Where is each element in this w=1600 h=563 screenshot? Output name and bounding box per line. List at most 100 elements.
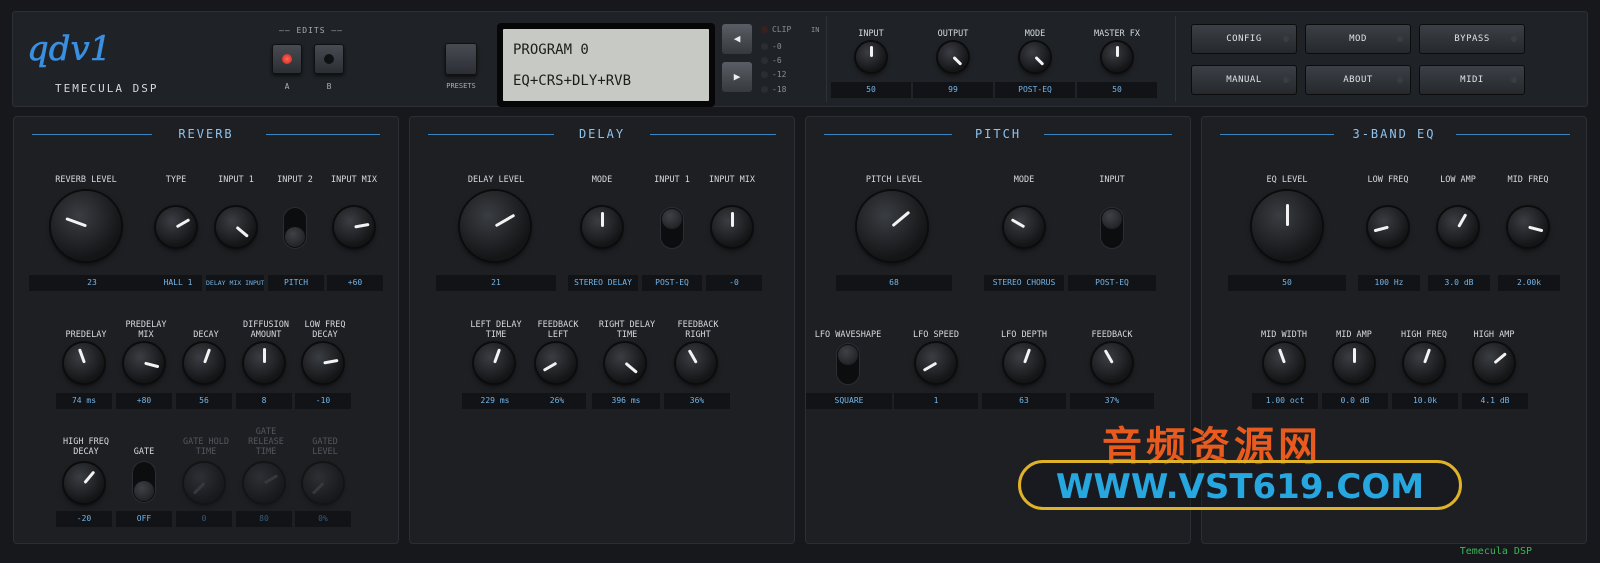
delay-mode-knob[interactable] bbox=[582, 207, 622, 247]
next-arrow-icon: ▶ bbox=[733, 70, 741, 83]
low-amp-knob[interactable] bbox=[1438, 207, 1478, 247]
lfo-waveshape-switch[interactable] bbox=[836, 343, 860, 385]
midi-button[interactable]: MIDI bbox=[1419, 65, 1525, 95]
eq-title: 3-BAND EQ bbox=[1352, 127, 1436, 141]
predelay-value: 74 ms bbox=[56, 393, 112, 409]
gated-level-knob[interactable] bbox=[303, 463, 343, 503]
predelay-knob[interactable] bbox=[64, 343, 104, 383]
low-freq-decay-knob[interactable] bbox=[303, 343, 343, 383]
high-amp-knob[interactable] bbox=[1474, 343, 1514, 383]
high-freq-knob[interactable] bbox=[1404, 343, 1444, 383]
right-delay-time-value: 396 ms bbox=[592, 393, 660, 409]
high-amp-label: HIGH AMP bbox=[1473, 330, 1515, 340]
input2-switch[interactable] bbox=[283, 207, 307, 249]
program-display: PROGRAM 0 EQ+CRS+DLY+RVB bbox=[497, 23, 715, 107]
feedback-right-knob[interactable] bbox=[676, 343, 716, 383]
pitch-mode-value: STEREO CHORUS bbox=[984, 275, 1064, 291]
mid-freq-knob[interactable] bbox=[1508, 207, 1548, 247]
edits-label: —— EDITS —— bbox=[279, 26, 343, 35]
pitch-mode-knob[interactable] bbox=[1004, 207, 1044, 247]
diffusion-value: 8 bbox=[236, 393, 292, 409]
meter-18: -18 bbox=[761, 85, 786, 94]
master-fx-value: 50 bbox=[1077, 82, 1157, 98]
config-button[interactable]: CONFIG bbox=[1191, 24, 1297, 54]
edit-b-button[interactable] bbox=[314, 44, 344, 74]
mod-button[interactable]: MOD bbox=[1305, 24, 1411, 54]
master-fx-knob[interactable] bbox=[1102, 42, 1132, 72]
delay-level-value: 21 bbox=[436, 275, 556, 291]
low-freq-knob[interactable] bbox=[1368, 207, 1408, 247]
reverb-level-knob[interactable] bbox=[51, 191, 121, 261]
lfo-depth-label: LFO DEPTH bbox=[1000, 330, 1048, 340]
high-freq-value: 10.0k bbox=[1392, 393, 1458, 409]
bypass-button[interactable]: BYPASS bbox=[1419, 24, 1525, 54]
feedback-left-knob[interactable] bbox=[536, 343, 576, 383]
mode-value: POST-EQ bbox=[995, 82, 1075, 98]
predelay-mix-knob[interactable] bbox=[124, 343, 164, 383]
lfo-depth-value: 63 bbox=[982, 393, 1066, 409]
gate-hold-knob[interactable] bbox=[184, 463, 224, 503]
pitch-input-switch[interactable] bbox=[1100, 207, 1124, 249]
delay-level-label: DELAY LEVEL bbox=[467, 175, 525, 185]
output-label: OUTPUT bbox=[937, 29, 969, 39]
gate-release-knob[interactable] bbox=[244, 463, 284, 503]
prev-arrow-icon: ◀ bbox=[733, 32, 741, 45]
left-delay-time-value: 229 ms bbox=[462, 393, 528, 409]
eq-level-knob[interactable] bbox=[1252, 191, 1322, 261]
left-delay-time-knob[interactable] bbox=[474, 343, 514, 383]
type-value: HALL 1 bbox=[154, 275, 202, 291]
edit-a-button[interactable] bbox=[272, 44, 302, 74]
about-button[interactable]: ABOUT bbox=[1305, 65, 1411, 95]
svg-text:qdv1: qdv1 bbox=[27, 29, 111, 69]
decay-knob[interactable] bbox=[184, 343, 224, 383]
delay-input-mix-knob[interactable] bbox=[712, 207, 752, 247]
pitch-feedback-value: 37% bbox=[1070, 393, 1154, 409]
high-freq-decay-value: -20 bbox=[56, 511, 112, 527]
mid-freq-label: MID FREQ bbox=[1507, 175, 1549, 185]
next-program-button[interactable]: ▶ bbox=[722, 62, 752, 92]
gate-value: OFF bbox=[116, 511, 172, 527]
reverb-level-value: 23 bbox=[29, 275, 155, 291]
eq-level-label: EQ LEVEL bbox=[1266, 175, 1308, 185]
input-knob[interactable] bbox=[856, 42, 886, 72]
mid-freq-value: 2.00k bbox=[1498, 275, 1560, 291]
clip-meter: CLIP bbox=[761, 25, 791, 34]
low-amp-value: 3.0 dB bbox=[1428, 275, 1490, 291]
high-freq-decay-knob[interactable] bbox=[64, 463, 104, 503]
delay-input1-switch[interactable] bbox=[660, 207, 684, 249]
delay-input-mix-value: -0 bbox=[706, 275, 762, 291]
in-label: IN bbox=[811, 26, 820, 34]
mid-width-value: 1.00 oct bbox=[1252, 393, 1318, 409]
mode-knob[interactable] bbox=[1020, 42, 1050, 72]
gate-hold-value: 0 bbox=[176, 511, 232, 527]
delay-title: DELAY bbox=[578, 127, 626, 141]
output-value: 99 bbox=[913, 82, 993, 98]
reverb-input-mix-knob[interactable] bbox=[334, 207, 374, 247]
presets-button[interactable] bbox=[445, 43, 477, 75]
manual-button[interactable]: MANUAL bbox=[1191, 65, 1297, 95]
watermark-url-badge: WWW.VST619.COM bbox=[1018, 460, 1462, 510]
mid-amp-knob[interactable] bbox=[1334, 343, 1374, 383]
lfo-depth-knob[interactable] bbox=[1004, 343, 1044, 383]
edit-a-label: A bbox=[284, 82, 290, 91]
prev-program-button[interactable]: ◀ bbox=[722, 24, 752, 54]
meter-12: -12 bbox=[761, 70, 786, 79]
delay-input1-value: POST-EQ bbox=[642, 275, 702, 291]
pitch-feedback-knob[interactable] bbox=[1092, 343, 1132, 383]
header-bar: qdv1 TEMECULA DSP —— EDITS —— A B PRESET… bbox=[12, 11, 1588, 107]
diffusion-knob[interactable] bbox=[244, 343, 284, 383]
pitch-level-knob[interactable] bbox=[857, 191, 927, 261]
mid-width-knob[interactable] bbox=[1264, 343, 1304, 383]
delay-mode-value: STEREO DELAY bbox=[568, 275, 638, 291]
right-delay-time-knob[interactable] bbox=[605, 343, 645, 383]
meter-0: -0 bbox=[761, 42, 782, 51]
delay-level-knob[interactable] bbox=[460, 191, 530, 261]
input1-knob[interactable] bbox=[216, 207, 256, 247]
master-fx-label: MASTER FX bbox=[1093, 29, 1141, 39]
presets-label: PRESETS bbox=[446, 82, 476, 90]
output-knob[interactable] bbox=[938, 42, 968, 72]
gate-switch[interactable] bbox=[132, 461, 156, 503]
type-knob[interactable] bbox=[156, 207, 196, 247]
lfo-speed-knob[interactable] bbox=[916, 343, 956, 383]
lfo-speed-value: 1 bbox=[894, 393, 978, 409]
